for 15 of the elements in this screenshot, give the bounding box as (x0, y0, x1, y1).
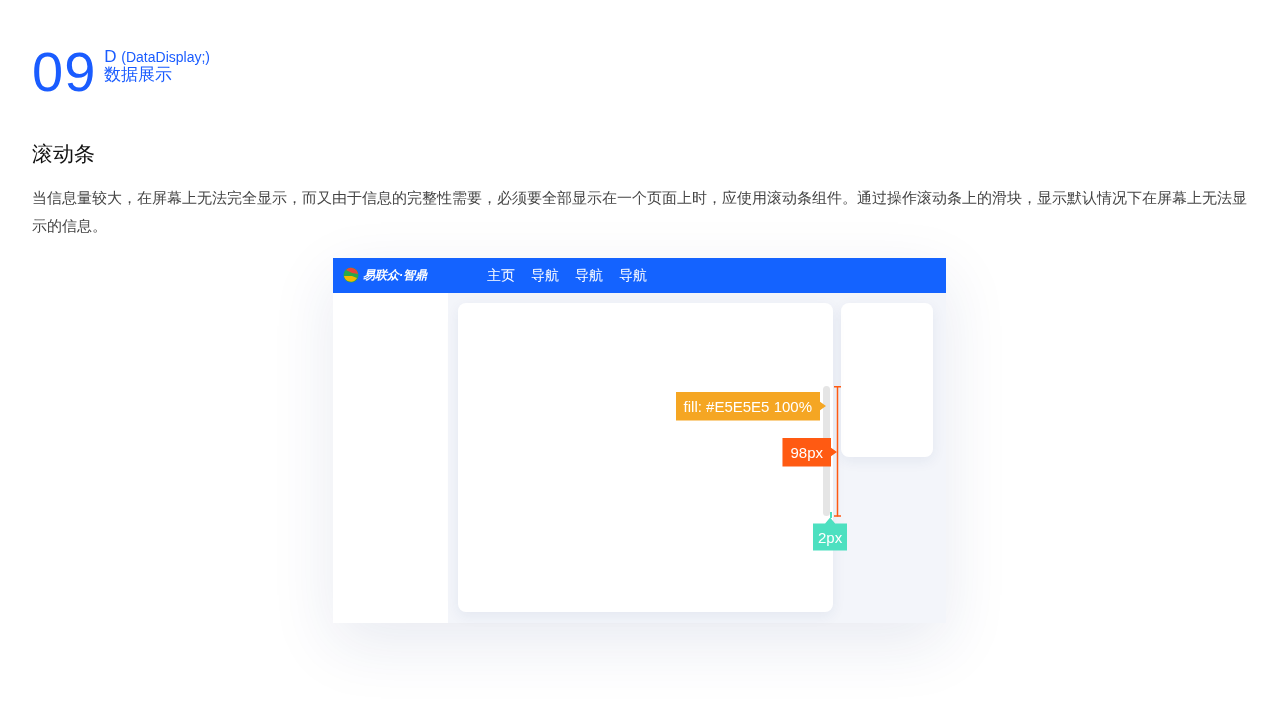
nav-link[interactable]: 导航 (611, 264, 655, 286)
category-title: D (DataDisplay;) (104, 48, 210, 66)
annotation-callout: 98px (782, 437, 837, 467)
nav-link[interactable]: 主页 (479, 264, 523, 286)
section-title: 滚动条 (32, 141, 96, 167)
annotation-callout: 2px (813, 517, 848, 551)
nav-link[interactable]: 导航 (523, 264, 567, 286)
globe-logo-icon (343, 267, 359, 283)
logo-text: 易联众·智鼎 (363, 267, 427, 284)
description: 当信息量较大，在屏幕上无法完全显示，而又由于信息的完整性需要，必须要全部显示在一个页面上时，应使用滚动条组件。通过操作滚动条上的滑块，显示默认情况下在屏幕上无法显示的信息。 (32, 187, 1247, 236)
annotation-callout: fill: #E5E5E5 100% (675, 391, 826, 421)
gap-marker (830, 511, 832, 518)
nav-link[interactable]: 导航 (567, 264, 611, 286)
category-subtitle: 数据展示 (104, 65, 173, 85)
section-number: 09 (32, 44, 97, 100)
